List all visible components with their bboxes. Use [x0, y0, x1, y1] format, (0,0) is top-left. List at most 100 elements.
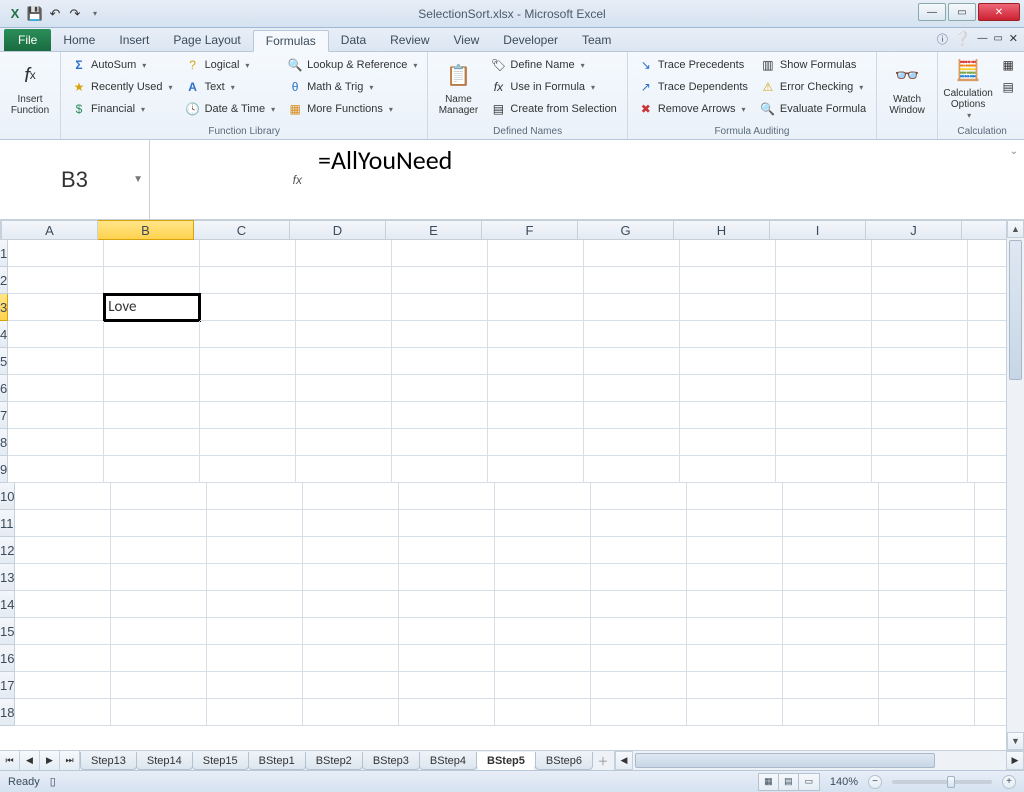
math-button[interactable]: θMath & Trig [283, 77, 421, 97]
qat-customize-icon[interactable]: ▾ [86, 5, 104, 23]
cell[interactable] [495, 699, 591, 726]
cell[interactable] [104, 375, 200, 402]
cell[interactable] [591, 510, 687, 537]
cell[interactable] [591, 591, 687, 618]
cell[interactable] [296, 294, 392, 321]
zoom-in-button[interactable]: + [1002, 775, 1016, 789]
cell[interactable] [872, 321, 968, 348]
cell[interactable] [399, 699, 495, 726]
cell[interactable] [975, 699, 1006, 726]
row-header[interactable]: 13 [0, 564, 15, 591]
expand-formula-bar-icon[interactable]: ⌄ [1004, 140, 1024, 157]
cell[interactable] [776, 321, 872, 348]
minimize-button[interactable]: — [918, 3, 946, 21]
cell[interactable] [584, 240, 680, 267]
cell[interactable] [392, 429, 488, 456]
cell[interactable] [488, 348, 584, 375]
cell[interactable] [303, 618, 399, 645]
cell[interactable] [207, 564, 303, 591]
cell[interactable] [200, 456, 296, 483]
cell[interactable] [399, 591, 495, 618]
cell[interactable] [495, 618, 591, 645]
sheet-tab[interactable]: Step13 [80, 752, 137, 770]
cell[interactable] [591, 699, 687, 726]
cell[interactable] [296, 375, 392, 402]
cell[interactable] [783, 672, 879, 699]
cell[interactable] [975, 510, 1007, 537]
cell[interactable] [776, 429, 872, 456]
redo-icon[interactable]: ↷ [66, 5, 84, 23]
sheet-tab[interactable]: Step15 [192, 752, 249, 770]
cell[interactable] [680, 240, 776, 267]
financial-button[interactable]: $Financial [67, 99, 177, 119]
row-header[interactable]: 8 [0, 429, 8, 456]
cell[interactable] [879, 564, 975, 591]
cell[interactable] [207, 699, 303, 726]
cell[interactable] [687, 618, 783, 645]
cell[interactable] [488, 321, 584, 348]
help-icon[interactable]: ❔ [954, 30, 971, 47]
tab-review[interactable]: Review [378, 29, 441, 51]
horizontal-scrollbar[interactable]: ◀ ▶ [614, 751, 1024, 770]
cell[interactable] [783, 537, 879, 564]
column-header[interactable]: E [386, 220, 482, 240]
row-header[interactable]: 9 [0, 456, 8, 483]
cell[interactable] [680, 294, 776, 321]
zoom-thumb[interactable] [947, 776, 955, 788]
cell[interactable] [392, 348, 488, 375]
normal-view-button[interactable]: ▦ [759, 774, 779, 790]
cell[interactable] [104, 321, 200, 348]
lookup-button[interactable]: 🔍Lookup & Reference [283, 55, 421, 75]
cell[interactable] [488, 456, 584, 483]
doc-close-icon[interactable]: ✕ [1009, 32, 1018, 45]
page-layout-view-button[interactable]: ▤ [779, 774, 799, 790]
cell[interactable] [303, 672, 399, 699]
calculation-options-button[interactable]: 🧮 Calculation Options [944, 55, 992, 121]
column-header[interactable]: H [674, 220, 770, 240]
cell[interactable] [8, 429, 104, 456]
cell[interactable] [687, 672, 783, 699]
cell[interactable] [680, 267, 776, 294]
cell[interactable] [776, 240, 872, 267]
cell[interactable] [687, 699, 783, 726]
cell[interactable] [584, 402, 680, 429]
vertical-scrollbar[interactable]: ▲ ▼ [1006, 220, 1024, 750]
grid[interactable]: ABCDEFGHIJK 123Love456789101112131415161… [0, 220, 1006, 750]
cell[interactable] [15, 510, 111, 537]
cell[interactable] [975, 672, 1006, 699]
formula-input[interactable] [310, 140, 1004, 180]
cell[interactable] [207, 618, 303, 645]
logical-button[interactable]: ?Logical [181, 55, 280, 75]
cell[interactable] [8, 402, 104, 429]
scroll-thumb[interactable] [635, 753, 935, 768]
column-header[interactable]: I [770, 220, 866, 240]
zoom-level[interactable]: 140% [830, 776, 858, 788]
calc-sheet-button[interactable]: ▤ [996, 77, 1020, 97]
cell[interactable] [776, 402, 872, 429]
cell[interactable] [399, 618, 495, 645]
cell[interactable] [392, 321, 488, 348]
cell[interactable] [111, 483, 207, 510]
cell[interactable] [104, 456, 200, 483]
cell[interactable] [975, 618, 1006, 645]
sheet-tab[interactable]: Step14 [136, 752, 193, 770]
cell[interactable] [872, 402, 968, 429]
tab-page-layout[interactable]: Page Layout [161, 29, 252, 51]
remove-arrows-button[interactable]: ✖Remove Arrows [634, 99, 752, 119]
cell[interactable] [495, 483, 591, 510]
cell[interactable] [303, 645, 399, 672]
cell[interactable] [392, 294, 488, 321]
cell[interactable] [680, 375, 776, 402]
name-manager-button[interactable]: 📋 Name Manager [434, 55, 482, 121]
show-formulas-button[interactable]: ▥Show Formulas [756, 55, 870, 75]
cell[interactable] [399, 564, 495, 591]
cell[interactable] [111, 510, 207, 537]
cell[interactable] [975, 591, 1006, 618]
maximize-button[interactable]: ▭ [948, 3, 976, 21]
trace-dependents-button[interactable]: ↗Trace Dependents [634, 77, 752, 97]
cell[interactable] [680, 348, 776, 375]
cell[interactable] [15, 537, 111, 564]
cell[interactable] [8, 456, 104, 483]
cell[interactable] [495, 645, 591, 672]
cell[interactable] [783, 591, 879, 618]
